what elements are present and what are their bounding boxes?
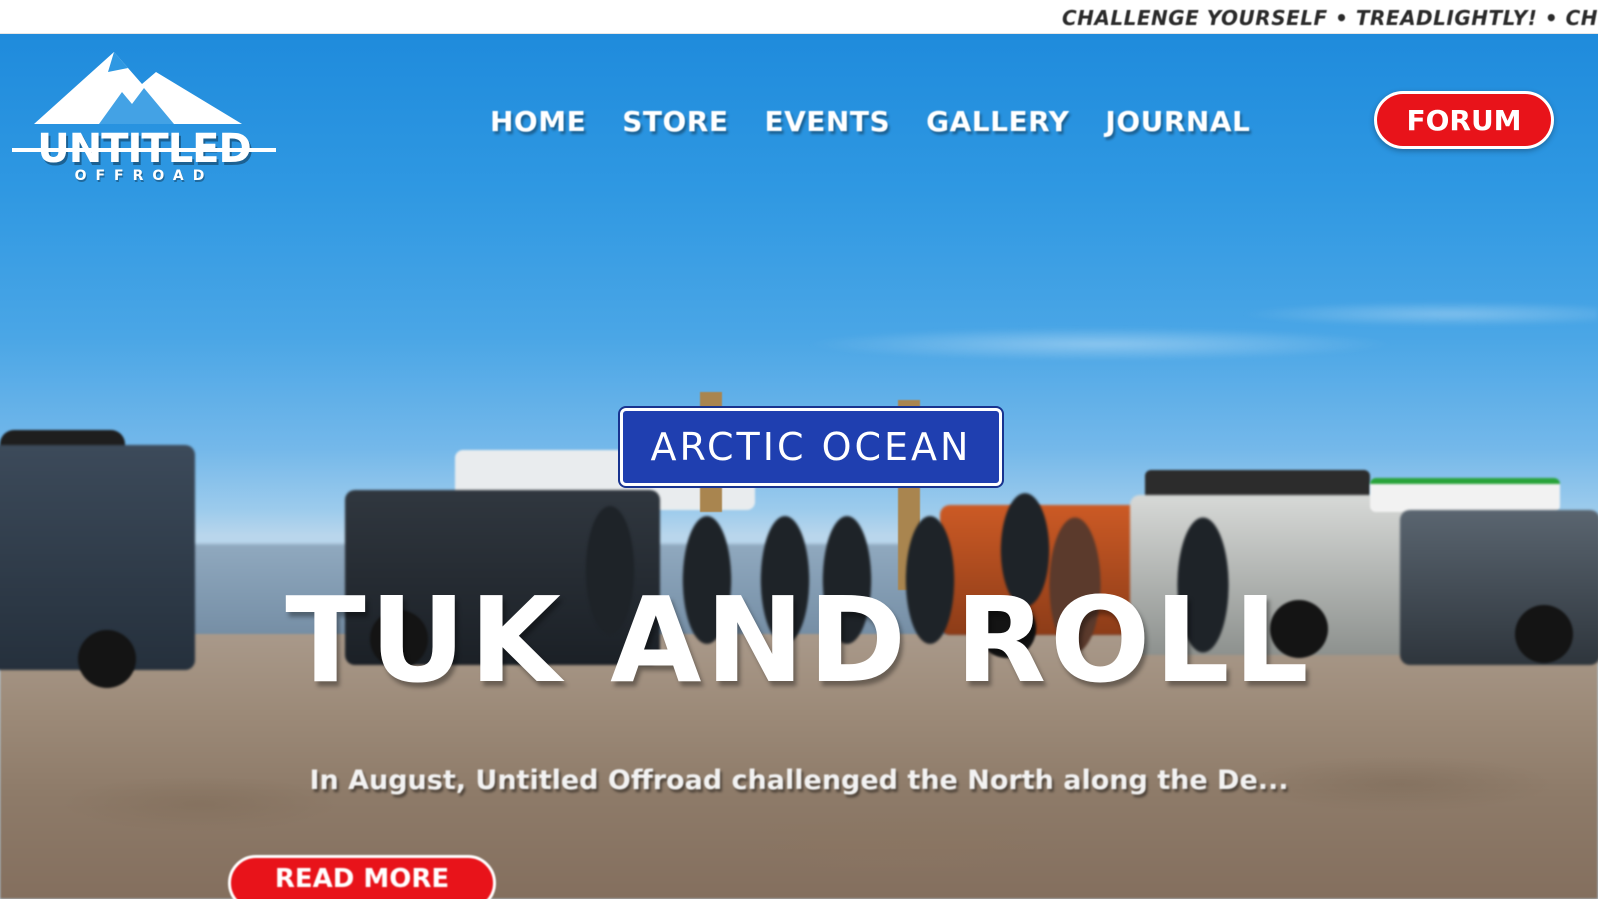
read-more-button[interactable]: READ MORE <box>228 855 496 899</box>
nav-journal[interactable]: JOURNAL <box>1105 105 1250 138</box>
nav-home[interactable]: HOME <box>490 105 586 138</box>
nav-store[interactable]: STORE <box>622 105 728 138</box>
nav-gallery[interactable]: GALLERY <box>926 105 1069 138</box>
trailer-camper <box>1370 478 1560 512</box>
hero-excerpt: In August, Untitled Offroad challenged t… <box>309 765 1289 796</box>
mountain-logo-icon <box>34 52 242 124</box>
top-ticker-bar: CHALLENGE YOURSELF • TREADLIGHTLY! • CH <box>0 0 1598 34</box>
nav-events[interactable]: EVENTS <box>765 105 891 138</box>
nav-forum-button[interactable]: FORUM <box>1374 91 1554 149</box>
logo-strike-line <box>12 148 276 152</box>
hero-headline: TUK AND ROLL <box>285 571 1313 709</box>
arctic-ocean-sign: ARCTIC OCEAN <box>620 408 1002 486</box>
ticker-text: CHALLENGE YOURSELF • TREADLIGHTLY! • CH <box>1061 6 1598 30</box>
logo-subtitle: OFFROAD <box>74 168 214 184</box>
sign-text: ARCTIC OCEAN <box>650 425 972 469</box>
hero-clouds <box>0 284 1598 404</box>
site-logo[interactable]: UNTITLED OFFROAD <box>4 44 284 184</box>
main-nav: HOME STORE EVENTS GALLERY JOURNAL <box>490 96 1286 146</box>
